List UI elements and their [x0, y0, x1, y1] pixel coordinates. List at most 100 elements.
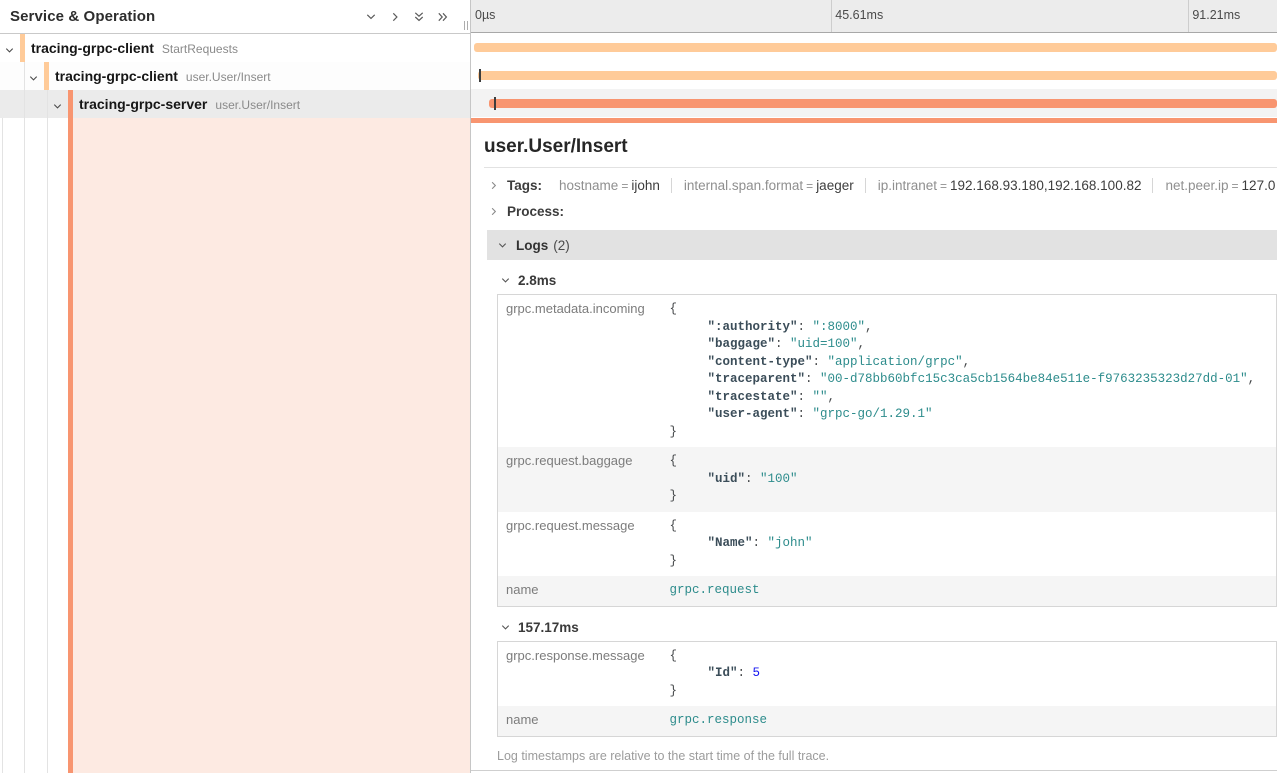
span-tree-row[interactable]: tracing-grpc-client user.User/Insert	[0, 62, 470, 90]
ruler-tick-label: 45.61ms	[831, 8, 883, 22]
log-field-row: grpc.metadata.incoming{":authority": ":8…	[498, 295, 1277, 448]
log-field-value: {":authority": ":8000","baggage": "uid=1…	[666, 295, 1277, 448]
log-timestamp-accordion[interactable]: 2.8ms	[500, 273, 1277, 288]
tag-summary-item: ip.intranet=192.168.93.180,192.168.100.8…	[865, 178, 1142, 193]
json-comma: ,	[828, 390, 836, 404]
log-field-key: grpc.metadata.incoming	[498, 295, 666, 448]
tag-summary-item: hostname=ijohn	[559, 178, 660, 193]
expand-all-icon[interactable]	[436, 11, 450, 23]
json-key: ":authority"	[708, 320, 798, 334]
ruler-tick-label: 0µs	[471, 8, 495, 22]
chevron-down-icon	[497, 240, 508, 251]
log-field-key: name	[498, 576, 666, 606]
chevron-down-icon	[500, 275, 511, 286]
logs-footnote: Log timestamps are relative to the start…	[497, 749, 1277, 763]
json-line: "user-agent": "grpc-go/1.29.1"	[670, 406, 1269, 424]
chevron-down-icon	[28, 73, 39, 84]
json-colon: :	[745, 472, 760, 486]
log-fields-body: grpc.response.message{"Id": 5}namegrpc.r…	[498, 641, 1277, 736]
timeline-ruler[interactable]: 0µs45.61ms91.21ms	[471, 0, 1277, 33]
json-value: 5	[753, 666, 761, 680]
tag-equals: =	[803, 179, 816, 193]
span-service-name: tracing-grpc-client	[55, 68, 178, 84]
logs-section: Logs (2) 2.8msgrpc.metadata.incoming{":a…	[487, 230, 1277, 771]
json-comma: ,	[865, 320, 873, 334]
json-value: "john"	[768, 536, 813, 550]
collapse-one-icon[interactable]	[364, 11, 378, 23]
span-labels: tracing-grpc-clientStartRequests	[31, 34, 238, 63]
span-duration-bar[interactable]	[478, 71, 1277, 80]
json-value: "uid=100"	[790, 337, 858, 351]
indent-guide	[47, 90, 48, 118]
span-color-stripe	[44, 62, 49, 90]
json-open-brace: {	[670, 518, 1269, 536]
json-key: "user-agent"	[708, 407, 798, 421]
tag-summary-items: hostname=ijohninternal.span.format=jaege…	[548, 178, 1275, 193]
json-key: "baggage"	[708, 337, 776, 351]
span-tree-row[interactable]: tracing-grpc-serveruser.User/Insert	[0, 90, 470, 118]
span-operation-name: user.User/Insert	[186, 70, 271, 84]
tag-key: net.peer.ip	[1165, 178, 1228, 193]
span-service-name: tracing-grpc-client	[31, 40, 154, 56]
log-field-row: namegrpc.request	[498, 576, 1277, 606]
span-detail-color-bar	[471, 118, 1277, 123]
json-key: "Id"	[708, 666, 738, 680]
json-line: "content-type": "application/grpc",	[670, 354, 1269, 372]
span-detail-row: user.User/Insert Tags: hostname=ijohnint…	[471, 118, 1277, 771]
expand-one-icon[interactable]	[388, 11, 402, 23]
process-label: Process:	[507, 204, 564, 219]
span-bar-row	[471, 33, 1277, 61]
span-duration-bar[interactable]	[474, 43, 1277, 52]
log-field-value: grpc.request	[666, 576, 1277, 606]
log-field-row: grpc.request.message{"Name": "john"}	[498, 512, 1277, 577]
span-bars-area	[471, 33, 1277, 117]
json-key: "traceparent"	[708, 372, 806, 386]
span-labels: tracing-grpc-client user.User/Insert	[55, 62, 271, 91]
tag-value: jaeger	[816, 178, 854, 193]
log-fields-table: grpc.metadata.incoming{":authority": ":8…	[497, 294, 1277, 607]
logs-count: (2)	[553, 238, 570, 253]
timeline-panel: 0µs45.61ms91.21ms user.User/Insert Tags:…	[470, 0, 1277, 773]
indent-guide	[24, 62, 25, 90]
json-close-brace: }	[670, 488, 1269, 506]
log-field-key: grpc.request.baggage	[498, 447, 666, 512]
collapse-all-icon[interactable]	[412, 11, 426, 23]
log-timestamp-accordion[interactable]: 157.17ms	[500, 620, 1277, 635]
collapse-span-icon[interactable]	[28, 71, 39, 89]
service-operation-heading: Service & Operation	[10, 8, 364, 25]
span-duration-bar[interactable]	[489, 99, 1277, 108]
json-key: "uid"	[708, 472, 746, 486]
span-operation-name: user.User/Insert	[215, 98, 300, 112]
tags-accordion[interactable]: Tags: hostname=ijohninternal.span.format…	[484, 168, 1277, 194]
json-open-brace: {	[670, 301, 1269, 319]
chevron-right-icon	[488, 206, 499, 217]
log-field-row: namegrpc.response	[498, 706, 1277, 736]
span-color-stripe	[68, 90, 73, 118]
json-colon: :	[798, 320, 813, 334]
log-field-key: name	[498, 706, 666, 736]
chevron-right-icon	[488, 180, 499, 191]
json-colon: :	[813, 355, 828, 369]
log-field-value: {"Id": 5}	[666, 641, 1277, 706]
logs-accordion-header[interactable]: Logs (2)	[487, 230, 1277, 260]
span-tree-row[interactable]: tracing-grpc-clientStartRequests	[0, 34, 470, 62]
collapse-span-icon[interactable]	[52, 99, 63, 117]
json-line: "Name": "john"	[670, 535, 1269, 553]
json-close-brace: }	[670, 553, 1269, 571]
json-key: "content-type"	[708, 355, 813, 369]
collapse-span-icon[interactable]	[4, 43, 15, 61]
json-line: "uid": "100"	[670, 471, 1269, 489]
column-resizer-grip[interactable]	[464, 21, 468, 30]
span-tree-panel: Service & Operation tracing-grpc-clientS…	[0, 0, 470, 773]
tag-value: ijohn	[631, 178, 660, 193]
chevron-down-icon	[52, 101, 63, 112]
logs-label: Logs	[516, 238, 548, 253]
json-key: "tracestate"	[708, 390, 798, 404]
tree-controls	[364, 11, 450, 23]
span-detail-content: user.User/Insert Tags: hostname=ijohnint…	[471, 136, 1277, 771]
json-colon: :	[738, 666, 753, 680]
log-field-row: grpc.request.baggage{"uid": "100"}	[498, 447, 1277, 512]
process-accordion[interactable]: Process:	[484, 194, 1277, 220]
tag-summary-item: internal.span.format=jaeger	[671, 178, 854, 193]
tag-key: hostname	[559, 178, 618, 193]
